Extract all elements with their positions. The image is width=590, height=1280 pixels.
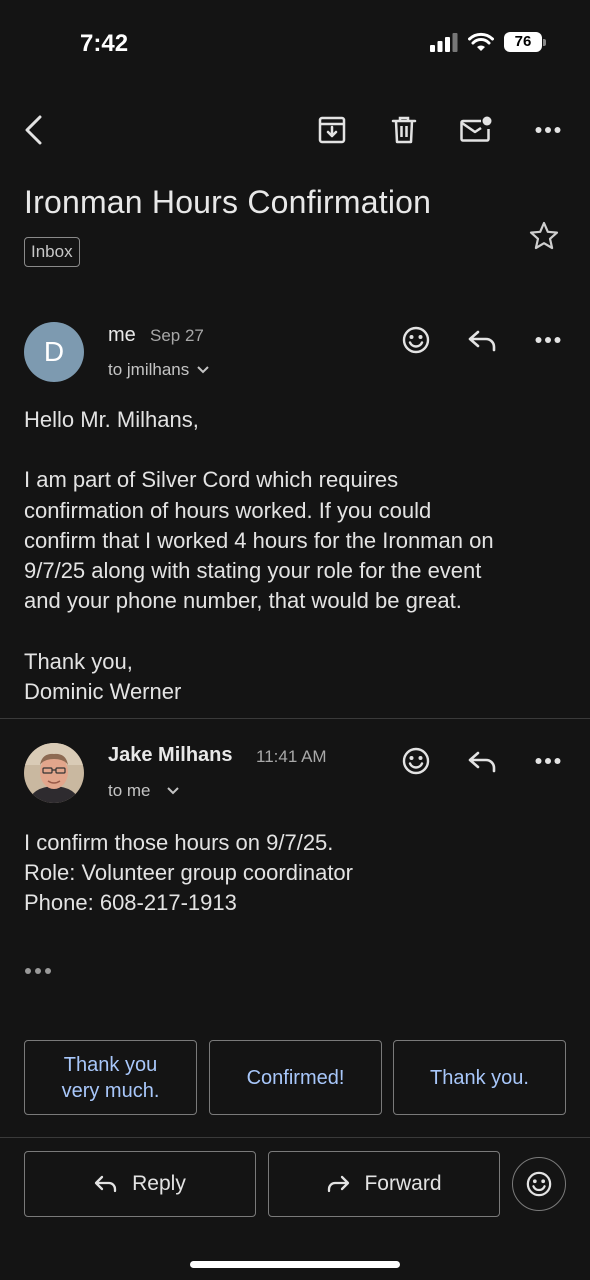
actions-divider bbox=[0, 1137, 590, 1138]
body-line: Dominic Werner bbox=[24, 678, 182, 704]
wifi-icon bbox=[468, 32, 494, 51]
message-body: Hello Mr. Milhans, I am part of Silver C… bbox=[24, 405, 494, 707]
sender-name: me bbox=[108, 324, 136, 346]
reply-message-button[interactable] bbox=[464, 743, 500, 779]
reply-button[interactable]: Reply bbox=[24, 1151, 256, 1217]
delete-button[interactable] bbox=[386, 112, 422, 148]
chevron-down-icon bbox=[197, 366, 209, 374]
message-divider bbox=[0, 718, 590, 719]
body-line: Hello Mr. Milhans, bbox=[24, 407, 199, 432]
body-line: Role: Volunteer group coordinator bbox=[24, 860, 353, 886]
recipient-details-toggle[interactable]: to jmilhans bbox=[108, 360, 209, 380]
sender-avatar[interactable] bbox=[24, 743, 84, 803]
sender-name: Jake Milhans bbox=[108, 744, 233, 766]
body-line: I confirm those hours on 9/7/25. bbox=[24, 830, 334, 855]
back-arrow-icon bbox=[25, 115, 42, 145]
message-date: Sep 27 bbox=[150, 326, 204, 345]
smart-reply-label: Thank you. bbox=[430, 1066, 529, 1089]
body-line: confirm that I worked 4 hours for the Ir… bbox=[24, 527, 494, 553]
trash-icon bbox=[391, 116, 417, 144]
inbox-label-chip[interactable]: Inbox bbox=[24, 237, 80, 267]
message-date: 11:41 AM bbox=[256, 747, 327, 766]
back-button[interactable] bbox=[16, 112, 52, 148]
archive-icon bbox=[318, 116, 346, 144]
star-button[interactable] bbox=[528, 220, 560, 257]
more-horizontal-icon bbox=[535, 127, 561, 133]
more-horizontal-icon bbox=[535, 337, 561, 343]
email-detail-screen: 7:42 76 Ironman Hours Confirmation Inbox… bbox=[0, 0, 590, 1280]
recipient-details-toggle[interactable]: to me bbox=[108, 781, 179, 801]
reply-message-button[interactable] bbox=[464, 322, 500, 358]
sender-avatar[interactable]: D bbox=[24, 322, 84, 382]
status-icons: 76 bbox=[430, 32, 546, 52]
email-subject: Ironman Hours Confirmation bbox=[24, 184, 432, 220]
more-horizontal-icon bbox=[535, 758, 561, 764]
archive-button[interactable] bbox=[314, 112, 350, 148]
home-indicator[interactable] bbox=[190, 1261, 400, 1268]
mark-unread-button[interactable] bbox=[458, 112, 494, 148]
smart-reply-label: very much. bbox=[61, 1079, 160, 1102]
show-trimmed-content-button[interactable] bbox=[24, 962, 52, 980]
smart-reply-label: Thank you bbox=[63, 1053, 158, 1076]
message-more-button[interactable] bbox=[530, 322, 566, 358]
add-reaction-button[interactable] bbox=[398, 743, 434, 779]
reply-icon bbox=[468, 330, 496, 352]
add-reaction-button[interactable] bbox=[398, 322, 434, 358]
star-icon bbox=[529, 221, 559, 250]
more-options-button[interactable] bbox=[530, 112, 566, 148]
smart-reply-button[interactable]: Thank you. bbox=[393, 1040, 566, 1115]
body-line: 9/7/25 along with stating your role for … bbox=[24, 558, 482, 583]
emoji-icon bbox=[402, 747, 430, 775]
recipient-text: to jmilhans bbox=[108, 360, 190, 379]
react-emoji-button[interactable] bbox=[512, 1157, 566, 1211]
smart-reply-label: Confirmed! bbox=[246, 1066, 345, 1089]
body-line bbox=[24, 616, 494, 646]
message-body: I confirm those hours on 9/7/25. Role: V… bbox=[24, 828, 353, 919]
forward-button[interactable]: Forward bbox=[268, 1151, 500, 1217]
body-line: Phone: 608-217-1913 bbox=[24, 890, 237, 916]
body-line: Thank you, bbox=[24, 648, 133, 674]
recipient-text: to me bbox=[108, 781, 151, 800]
ellipsis-icon bbox=[25, 968, 51, 974]
reply-icon bbox=[94, 1175, 117, 1193]
forward-label: Forward bbox=[364, 1172, 442, 1195]
body-line: confirmation of hours worked. If you cou… bbox=[24, 497, 432, 523]
emoji-icon bbox=[526, 1171, 552, 1197]
body-line: I am part of Silver Cord which requires bbox=[24, 467, 399, 493]
cellular-signal-icon bbox=[430, 33, 458, 52]
reply-icon bbox=[468, 751, 496, 773]
status-time: 7:42 bbox=[80, 30, 129, 57]
chevron-down-icon bbox=[166, 787, 179, 795]
message-more-button[interactable] bbox=[530, 743, 566, 779]
emoji-icon bbox=[402, 326, 430, 354]
smart-reply-button[interactable]: Confirmed! bbox=[209, 1040, 382, 1115]
body-line bbox=[24, 435, 494, 465]
battery-indicator: 76 bbox=[504, 32, 546, 52]
body-line: and your phone number, that would be gre… bbox=[24, 588, 462, 614]
profile-photo-icon bbox=[24, 743, 84, 803]
forward-icon bbox=[328, 1175, 350, 1193]
mark-unread-icon bbox=[460, 116, 492, 142]
reply-label: Reply bbox=[132, 1172, 186, 1195]
smart-reply-button[interactable]: Thank you very much. bbox=[24, 1040, 197, 1115]
